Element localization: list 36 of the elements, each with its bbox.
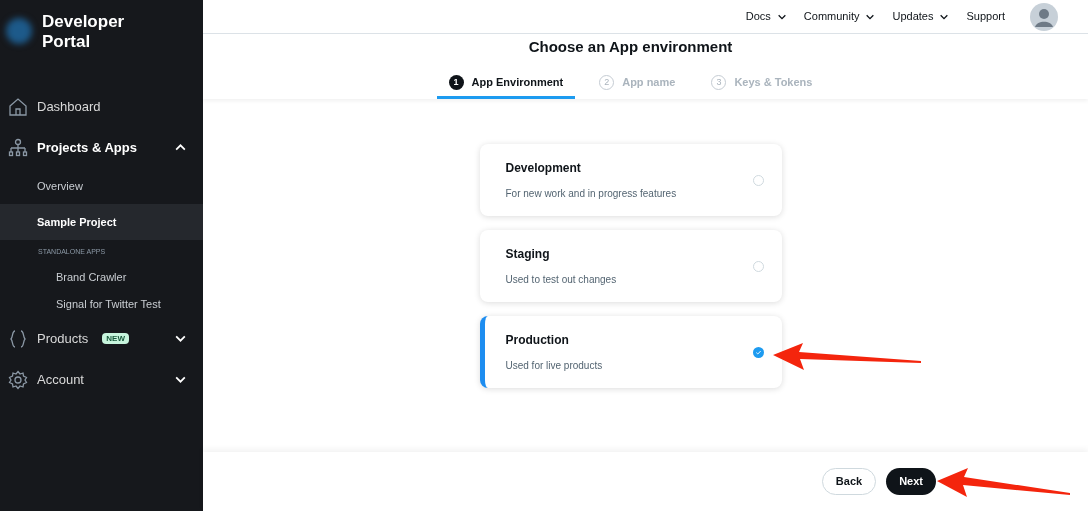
sidebar-item[interactable]: Account xyxy=(0,359,203,400)
option-description: Used for live products xyxy=(505,359,604,373)
top-nav-link[interactable]: Updates xyxy=(892,8,950,25)
home-icon xyxy=(8,96,28,117)
environment-option[interactable]: Production Used for live products xyxy=(479,316,782,388)
sidebar-subitem[interactable]: Sample Project xyxy=(0,204,203,240)
sidebar-item[interactable]: Dashboard xyxy=(0,86,203,127)
option-description: For new work and in progress features xyxy=(505,187,678,201)
avatar-icon[interactable] xyxy=(1030,2,1058,31)
top-nav-link[interactable]: Docs xyxy=(745,8,787,25)
radio-icon[interactable] xyxy=(752,174,764,186)
environment-option[interactable]: Development For new work and in progress features xyxy=(479,144,782,216)
new-badge: NEW xyxy=(102,333,129,344)
radio-icon[interactable] xyxy=(752,260,764,272)
portal-title: Developer Portal xyxy=(42,12,126,52)
step-tab[interactable]: 1 App Environment xyxy=(436,69,576,99)
sidebar-app-item[interactable]: Signal for Twitter Test xyxy=(0,291,203,318)
back-button[interactable]: Back xyxy=(821,468,877,495)
next-button[interactable]: Next xyxy=(886,468,936,495)
option-title: Staging xyxy=(505,246,551,263)
settings-icon xyxy=(8,369,28,390)
sidebar-item[interactable]: Products NEW xyxy=(0,318,203,359)
sidebar-item[interactable]: Projects & Apps xyxy=(0,127,203,168)
option-title: Production xyxy=(505,332,570,349)
option-description: Used to test out changes xyxy=(505,273,618,287)
hierarchy-icon xyxy=(8,137,28,158)
top-nav-link[interactable]: Support xyxy=(966,8,1005,25)
environment-option[interactable]: Staging Used to test out changes xyxy=(479,230,782,302)
braces-icon xyxy=(8,328,28,349)
logo-icon xyxy=(6,18,32,44)
sidebar-app-item[interactable]: Brand Crawler xyxy=(0,264,203,291)
option-title: Development xyxy=(505,160,582,177)
page-heading: Choose an App environment xyxy=(528,38,733,56)
radio-checked-icon[interactable] xyxy=(752,346,764,358)
sidebar-subitem[interactable]: Overview xyxy=(0,168,203,204)
top-nav-link[interactable]: Community xyxy=(803,8,876,25)
